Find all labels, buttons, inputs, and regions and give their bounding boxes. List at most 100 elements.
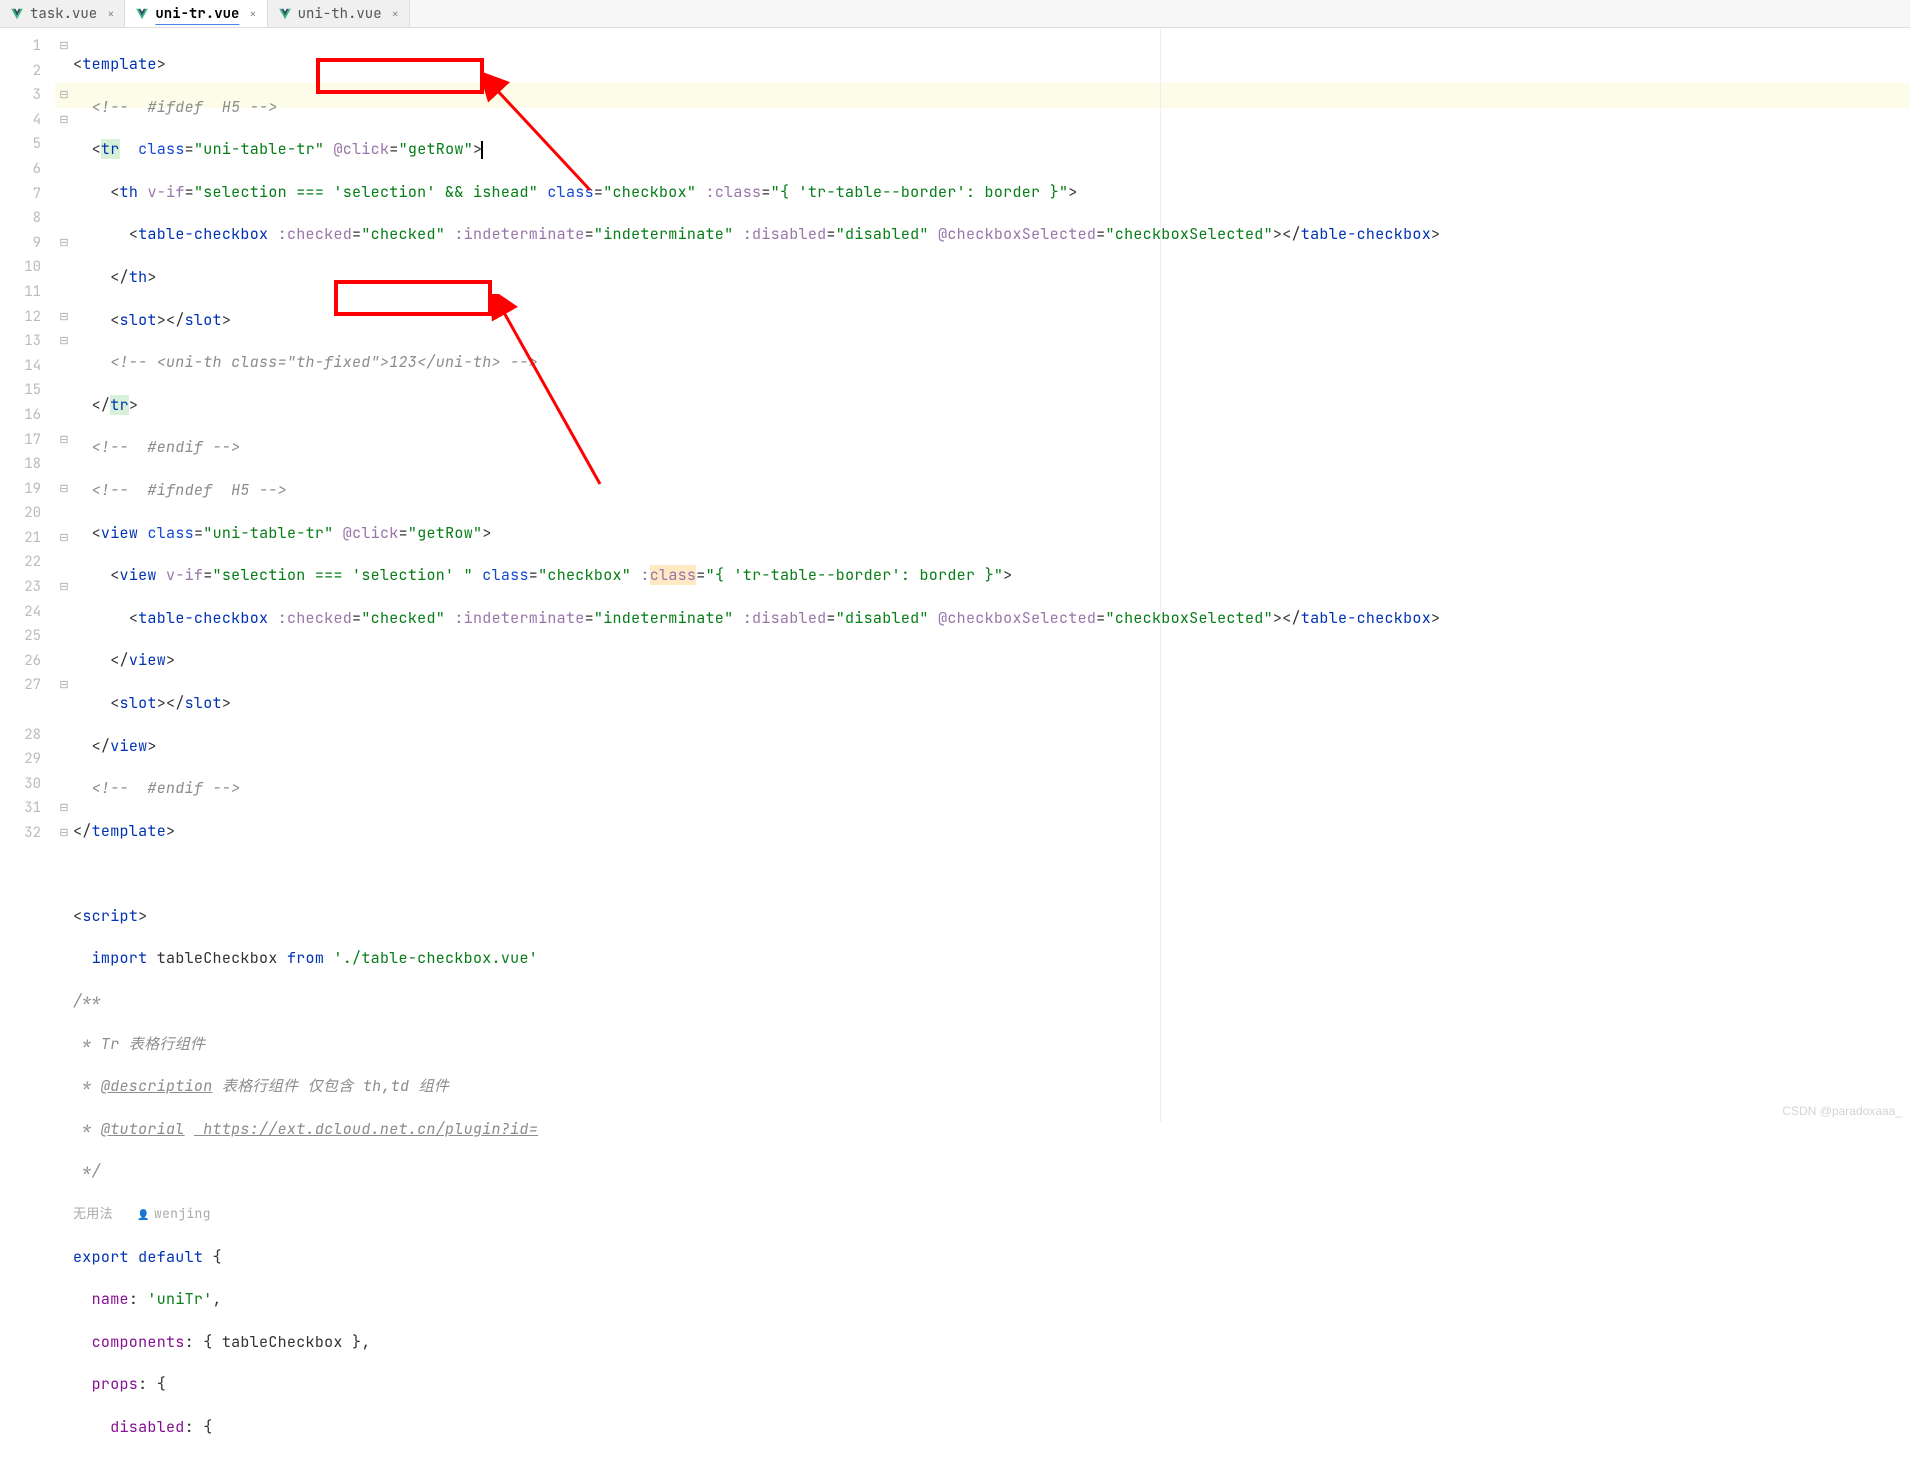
- fold-marker: [55, 255, 73, 280]
- fold-marker: [55, 403, 73, 428]
- line-number: 25: [0, 624, 55, 649]
- fold-marker: [55, 280, 73, 305]
- editor-tabs: task.vue × uni-tr.vue × uni-th.vue ×: [0, 0, 1910, 28]
- code-line: </view>: [73, 734, 1910, 759]
- line-number: 18: [0, 452, 55, 477]
- code-line: </template>: [73, 819, 1910, 844]
- line-number: 17: [0, 428, 55, 453]
- vue-icon: [135, 7, 149, 21]
- code-line: disabled: {: [73, 1415, 1910, 1440]
- line-number: [0, 698, 55, 723]
- code-line: props: {: [73, 1372, 1910, 1397]
- code-line: [73, 861, 1910, 886]
- tab-label: uni-tr.vue: [155, 5, 239, 23]
- fold-marker[interactable]: ⊟: [55, 575, 73, 600]
- fold-gutter: ⊟ ⊟ ⊟ ⊟ ⊟ ⊟ ⊟ ⊟ ⊟ ⊟ ⊟ ⊟ ⊟: [55, 28, 73, 1122]
- line-number: 30: [0, 772, 55, 797]
- code-line: <!-- #ifndef H5 -->: [73, 478, 1910, 503]
- line-number: 27: [0, 673, 55, 698]
- line-number: 29: [0, 747, 55, 772]
- line-number: 9: [0, 231, 55, 256]
- fold-marker: [55, 132, 73, 157]
- line-number: 26: [0, 649, 55, 674]
- line-number: 5: [0, 132, 55, 157]
- fold-marker[interactable]: ⊟: [55, 231, 73, 256]
- fold-marker: [55, 747, 73, 772]
- line-number: 15: [0, 378, 55, 403]
- close-icon[interactable]: ×: [392, 6, 399, 22]
- fold-marker[interactable]: ⊟: [55, 428, 73, 453]
- line-number: 31: [0, 796, 55, 821]
- code-line: */: [73, 1159, 1910, 1184]
- fold-marker: [55, 59, 73, 84]
- code-line: <view class="uni-table-tr" @click="getRo…: [73, 521, 1910, 546]
- tab-task[interactable]: task.vue ×: [0, 0, 125, 27]
- code-line: /**: [73, 989, 1910, 1014]
- line-number: 16: [0, 403, 55, 428]
- fold-marker[interactable]: ⊟: [55, 477, 73, 502]
- line-number: 2: [0, 59, 55, 84]
- fold-marker[interactable]: ⊟: [55, 108, 73, 133]
- line-number: 28: [0, 723, 55, 748]
- code-line: <slot></slot>: [73, 691, 1910, 716]
- tab-label: uni-th.vue: [298, 5, 382, 23]
- code-line: <slot></slot>: [73, 308, 1910, 333]
- line-number: 14: [0, 354, 55, 379]
- fold-marker: [55, 698, 73, 723]
- fold-marker[interactable]: ⊟: [55, 526, 73, 551]
- fold-marker: [55, 378, 73, 403]
- code-line: <view v-if="selection === 'selection' " …: [73, 563, 1910, 588]
- code-line: * @tutorial https://ext.dcloud.net.cn/pl…: [73, 1117, 1910, 1142]
- fold-marker[interactable]: ⊟: [55, 796, 73, 821]
- line-number: 22: [0, 550, 55, 575]
- code-line: <template>: [73, 52, 1910, 77]
- close-icon[interactable]: ×: [107, 6, 114, 22]
- line-number: 19: [0, 477, 55, 502]
- code-line: <script>: [73, 904, 1910, 929]
- fold-marker: [55, 206, 73, 231]
- code-line: <!-- <uni-th class="th-fixed">123</uni-t…: [73, 350, 1910, 375]
- fold-marker[interactable]: ⊟: [55, 329, 73, 354]
- fold-marker: [55, 354, 73, 379]
- fold-marker[interactable]: ⊟: [55, 673, 73, 698]
- code-line: <!-- #endif -->: [73, 435, 1910, 460]
- tab-uni-tr[interactable]: uni-tr.vue ×: [125, 0, 267, 27]
- code-line: * Tr 表格行组件: [73, 1032, 1910, 1057]
- text-cursor: [481, 141, 483, 159]
- fold-marker[interactable]: ⊟: [55, 821, 73, 846]
- vue-icon: [10, 7, 24, 21]
- code-line: </tr>: [73, 393, 1910, 418]
- code-editor[interactable]: 1 2 3 4 5 6 7 8 9 10 11 12 13 14 15 16 1…: [0, 28, 1910, 1122]
- watermark: CSDN @paradoxaaa_: [1782, 1104, 1902, 1118]
- code-line: name: 'uniTr',: [73, 1287, 1910, 1312]
- tab-label: task.vue: [30, 5, 97, 23]
- fold-marker: [55, 182, 73, 207]
- line-number: 32: [0, 821, 55, 846]
- tab-uni-th[interactable]: uni-th.vue ×: [268, 0, 410, 27]
- fold-marker[interactable]: ⊟: [55, 34, 73, 59]
- fold-marker: [55, 157, 73, 182]
- line-number-gutter: 1 2 3 4 5 6 7 8 9 10 11 12 13 14 15 16 1…: [0, 28, 55, 1122]
- line-number: 1: [0, 34, 55, 59]
- code-line: <!-- #ifdef H5 -->: [73, 95, 1910, 120]
- line-number: 3: [0, 83, 55, 108]
- code-area[interactable]: <template> <!-- #ifdef H5 --> <tr class=…: [73, 28, 1910, 1122]
- fold-marker: [55, 550, 73, 575]
- line-number: 4: [0, 108, 55, 133]
- close-icon[interactable]: ×: [249, 6, 256, 22]
- code-line: <tr class="uni-table-tr" @click="getRow"…: [73, 137, 1910, 162]
- code-line: </view>: [73, 648, 1910, 673]
- line-number: 23: [0, 575, 55, 600]
- fold-marker: [55, 723, 73, 748]
- line-number: 12: [0, 305, 55, 330]
- fold-marker[interactable]: ⊟: [55, 305, 73, 330]
- fold-marker[interactable]: ⊟: [55, 83, 73, 108]
- code-line: <!-- #endif -->: [73, 776, 1910, 801]
- fold-marker: [55, 624, 73, 649]
- line-number: 13: [0, 329, 55, 354]
- fold-marker: [55, 600, 73, 625]
- fold-marker: [55, 501, 73, 526]
- code-line: import tableCheckbox from './table-check…: [73, 946, 1910, 971]
- inline-hint: 无用法 wenjing: [73, 1202, 1910, 1227]
- line-number: 8: [0, 206, 55, 231]
